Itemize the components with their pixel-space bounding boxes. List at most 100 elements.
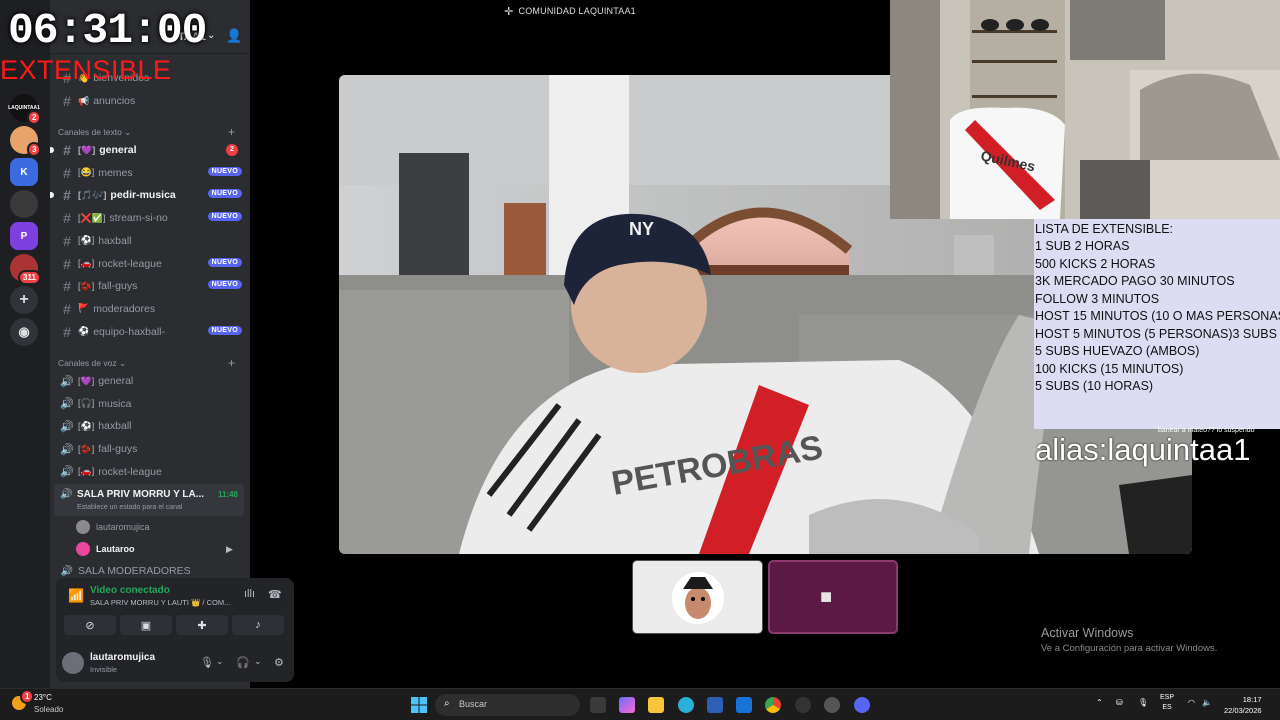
taskbar-clock[interactable]: 18:17 22/03/2026 xyxy=(1224,694,1262,716)
soundboard-button[interactable]: ♪ xyxy=(232,615,284,635)
camera-off-button[interactable]: ⊘ xyxy=(64,615,116,635)
add-channel-icon[interactable]: + xyxy=(228,356,235,370)
server-label: K xyxy=(20,166,28,178)
camera-off-icon: ⊘ xyxy=(85,619,95,632)
speaker-icon: 🔊 xyxy=(60,489,73,500)
taskbar: 1 23°C Soleado ⌕ Buscar ⌃ ⛁ 🎙 ESP ES ◠ 🔈 xyxy=(0,688,1280,720)
voice-channel-fall-guys[interactable]: 🔊 [🫘] fall-guys xyxy=(54,438,244,460)
new-badge: NUEVO xyxy=(207,325,242,335)
file-explorer-icon[interactable] xyxy=(648,697,664,713)
watermark-subtitle: Ve a Configuración para activar Windows. xyxy=(1041,643,1218,654)
channel-fall-guys[interactable]: # [🫘] fall-guys NUEVO xyxy=(54,275,244,297)
channel-label: haxball xyxy=(98,420,132,433)
channel-label: memes xyxy=(98,166,133,179)
chevron-down-icon: ⌄ xyxy=(207,30,216,41)
channel-haxball[interactable]: # [⚽] haxball xyxy=(54,230,244,252)
channel-anuncios[interactable]: # 📢 anuncios xyxy=(54,90,244,112)
copilot-icon[interactable] xyxy=(619,697,635,713)
voice-channel-status[interactable]: Establece un estado para el canal xyxy=(77,504,182,511)
chevron-down-icon[interactable]: ⌄ xyxy=(254,656,262,667)
category-text[interactable]: Canales de texto ⌄ + xyxy=(58,125,235,139)
new-badge: NUEVO xyxy=(207,212,242,222)
chevron-down-icon[interactable]: ⌄ xyxy=(216,656,224,667)
list-item: 3K MERCADO PAGO 30 MINUTOS xyxy=(1035,274,1235,288)
channel-rocket-league[interactable]: # [🚗] rocket-league NUEVO xyxy=(54,253,244,275)
list-item: 5 SUBS (10 HORAS) xyxy=(1035,379,1154,393)
extensible-label: EXTENSIBLE xyxy=(0,55,172,85)
language-indicator[interactable]: ESP ES xyxy=(1160,693,1174,713)
hash-icon: # xyxy=(63,300,71,317)
channel-general[interactable]: # [💜] general 2 xyxy=(50,139,244,161)
gear-icon[interactable]: ⚙ xyxy=(274,656,284,669)
screen-share-button[interactable]: ▣ xyxy=(120,615,172,635)
add-user-icon[interactable]: 👤 xyxy=(226,28,242,44)
voice-channel-musica[interactable]: 🔊 [🎧] musica xyxy=(54,393,244,415)
microphone-icon[interactable]: 🎙 xyxy=(1138,698,1148,707)
hash-icon: # xyxy=(63,255,71,272)
channel-memes[interactable]: # [😂] memes NUEVO xyxy=(54,162,244,184)
volume-icon[interactable]: 🔈 xyxy=(1202,698,1212,707)
list-item: FOLLOW 3 MINUTOS xyxy=(1035,291,1160,306)
hash-icon: # xyxy=(63,278,71,295)
voice-user[interactable]: Lautaroo ▶ xyxy=(76,539,233,559)
participant-tile-camera-off[interactable]: ■ xyxy=(768,560,898,634)
channel-stream-si-no[interactable]: # [❌✅] stream-si-no NUEVO xyxy=(54,207,244,229)
avatar[interactable] xyxy=(62,652,84,674)
channel-moderadores[interactable]: # 🚩 moderadores xyxy=(54,298,244,320)
microphone-icon[interactable]: 🎙 xyxy=(200,656,214,669)
server-p[interactable]: P xyxy=(10,222,38,250)
task-view-icon[interactable] xyxy=(590,697,606,713)
connection-status[interactable]: Video conectado xyxy=(90,585,170,596)
channel-label: general xyxy=(98,375,134,387)
voice-channel-active[interactable]: 🔊 SALA PRIV MORRU Y LA... 11:48 Establec… xyxy=(54,484,244,516)
unread-indicator xyxy=(50,147,54,153)
connection-channel[interactable]: SALA PRIV MORRU Y LAUTI 👑 / COM... xyxy=(90,598,230,607)
store-icon[interactable] xyxy=(707,697,723,713)
voice-user[interactable]: lautaromujica xyxy=(76,517,150,537)
chrome-icon[interactable] xyxy=(765,697,781,713)
channel-label: rocket-league xyxy=(98,257,162,270)
channel-label: anuncios xyxy=(93,95,136,107)
language-primary: ESP xyxy=(1160,694,1175,701)
discover-icon[interactable]: ◉ xyxy=(10,318,38,346)
channel-emoji: [💜] xyxy=(78,144,96,155)
server-icon: ✛ xyxy=(504,5,514,18)
server-k[interactable]: K xyxy=(10,158,38,186)
weather-temp: 23°C xyxy=(34,693,52,702)
activities-button[interactable]: ✚ xyxy=(176,615,228,635)
obs-icon[interactable] xyxy=(795,697,811,713)
outlook-icon[interactable] xyxy=(736,697,752,713)
voice-user-name: Lautaroo xyxy=(96,544,135,554)
chevron-up-icon[interactable]: ⌃ xyxy=(1096,698,1103,707)
channel-equipo-haxball[interactable]: # ⚽ equipo-haxball- NUEVO xyxy=(54,321,244,343)
server-gray[interactable] xyxy=(10,190,38,218)
network-tray-icon[interactable]: ⛁ xyxy=(1116,698,1123,707)
voice-channel-name: SALA PRIV MORRU Y LA... xyxy=(77,489,205,500)
disconnect-icon[interactable]: ☎ xyxy=(268,588,282,601)
speaker-icon: 🔊 xyxy=(60,398,74,411)
windows-start-icon[interactable] xyxy=(411,697,427,713)
voice-channel-rocket-league[interactable]: 🔊 [🚗] rocket-league xyxy=(54,461,244,483)
speaker-icon: 🔊 xyxy=(60,443,74,456)
add-channel-icon[interactable]: + xyxy=(228,125,235,139)
voice-channel-moderadores[interactable]: 🔊 SALA MODERADORES xyxy=(54,565,244,577)
noise-suppression-icon[interactable]: ıllı xyxy=(244,588,255,600)
clock-app-icon[interactable] xyxy=(824,697,840,713)
headphones-icon[interactable]: 🎧 xyxy=(236,656,250,669)
voice-channel-general[interactable]: 🔊 [💜] general xyxy=(54,370,244,392)
call-title-text: COMUNIDAD LAQUINTAA1 xyxy=(518,6,636,16)
speaker-icon: 🔊 xyxy=(60,375,74,388)
wifi-icon[interactable]: ◠ xyxy=(1188,698,1195,707)
server-badge: 311 xyxy=(18,270,41,285)
new-badge: NUEVO xyxy=(207,189,242,199)
participant-tile[interactable] xyxy=(632,560,763,634)
edge-icon[interactable] xyxy=(678,697,694,713)
add-server-icon[interactable]: + xyxy=(10,286,38,314)
taskbar-search[interactable]: ⌕ Buscar xyxy=(435,694,580,716)
camera-icon: ▶ xyxy=(226,543,233,554)
user-name[interactable]: lautaromujica xyxy=(90,652,155,663)
voice-channel-haxball[interactable]: 🔊 [⚽] haxball xyxy=(54,415,244,437)
channel-pedir-musica[interactable]: # [🎵🎶] pedir-musica NUEVO xyxy=(50,184,244,206)
discord-icon[interactable] xyxy=(854,697,870,713)
category-voice[interactable]: Canales de voz ⌄ + xyxy=(58,356,235,370)
